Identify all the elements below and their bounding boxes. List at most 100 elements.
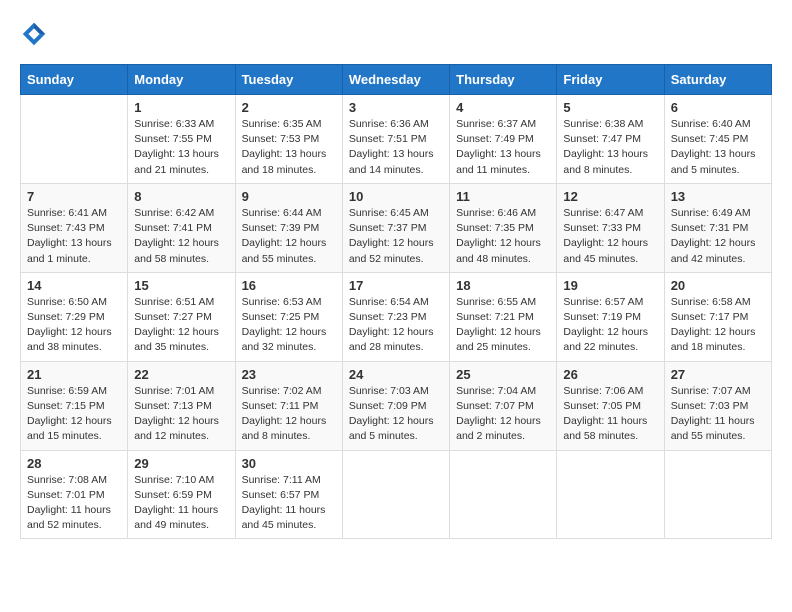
day-info: Sunrise: 6:35 AM Sunset: 7:53 PM Dayligh… [242, 117, 336, 178]
day-number: 10 [349, 189, 443, 204]
calendar-cell: 26 Sunrise: 7:06 AM Sunset: 7:05 PM Dayli… [557, 361, 664, 450]
day-header-wednesday: Wednesday [342, 65, 449, 95]
calendar-cell: 2 Sunrise: 6:35 AM Sunset: 7:53 PM Daylig… [235, 95, 342, 184]
day-header-sunday: Sunday [21, 65, 128, 95]
day-info: Sunrise: 6:41 AM Sunset: 7:43 PM Dayligh… [27, 206, 121, 267]
day-info: Sunrise: 7:07 AM Sunset: 7:03 PM Dayligh… [671, 384, 765, 445]
day-info: Sunrise: 7:06 AM Sunset: 7:05 PM Dayligh… [563, 384, 657, 445]
day-number: 15 [134, 278, 228, 293]
day-info: Sunrise: 6:44 AM Sunset: 7:39 PM Dayligh… [242, 206, 336, 267]
calendar-cell: 18 Sunrise: 6:55 AM Sunset: 7:21 PM Dayli… [450, 272, 557, 361]
calendar-cell: 11 Sunrise: 6:46 AM Sunset: 7:35 PM Dayli… [450, 183, 557, 272]
calendar-cell [557, 450, 664, 539]
calendar-cell: 28 Sunrise: 7:08 AM Sunset: 7:01 PM Dayli… [21, 450, 128, 539]
day-number: 22 [134, 367, 228, 382]
day-number: 16 [242, 278, 336, 293]
calendar-header-row: SundayMondayTuesdayWednesdayThursdayFrid… [21, 65, 772, 95]
calendar-cell: 10 Sunrise: 6:45 AM Sunset: 7:37 PM Dayli… [342, 183, 449, 272]
day-number: 19 [563, 278, 657, 293]
calendar-week-row: 21 Sunrise: 6:59 AM Sunset: 7:15 PM Dayli… [21, 361, 772, 450]
day-number: 17 [349, 278, 443, 293]
page-header [20, 20, 772, 48]
day-info: Sunrise: 6:55 AM Sunset: 7:21 PM Dayligh… [456, 295, 550, 356]
calendar-cell: 15 Sunrise: 6:51 AM Sunset: 7:27 PM Dayli… [128, 272, 235, 361]
day-info: Sunrise: 7:08 AM Sunset: 7:01 PM Dayligh… [27, 473, 121, 534]
day-info: Sunrise: 6:58 AM Sunset: 7:17 PM Dayligh… [671, 295, 765, 356]
day-number: 9 [242, 189, 336, 204]
day-info: Sunrise: 6:33 AM Sunset: 7:55 PM Dayligh… [134, 117, 228, 178]
day-info: Sunrise: 7:02 AM Sunset: 7:11 PM Dayligh… [242, 384, 336, 445]
day-number: 11 [456, 189, 550, 204]
calendar-cell: 7 Sunrise: 6:41 AM Sunset: 7:43 PM Daylig… [21, 183, 128, 272]
day-number: 24 [349, 367, 443, 382]
day-info: Sunrise: 6:45 AM Sunset: 7:37 PM Dayligh… [349, 206, 443, 267]
day-number: 29 [134, 456, 228, 471]
day-header-saturday: Saturday [664, 65, 771, 95]
day-number: 3 [349, 100, 443, 115]
day-number: 23 [242, 367, 336, 382]
day-info: Sunrise: 6:51 AM Sunset: 7:27 PM Dayligh… [134, 295, 228, 356]
calendar-cell: 20 Sunrise: 6:58 AM Sunset: 7:17 PM Dayli… [664, 272, 771, 361]
day-info: Sunrise: 6:57 AM Sunset: 7:19 PM Dayligh… [563, 295, 657, 356]
day-number: 27 [671, 367, 765, 382]
day-number: 5 [563, 100, 657, 115]
day-info: Sunrise: 6:54 AM Sunset: 7:23 PM Dayligh… [349, 295, 443, 356]
day-number: 18 [456, 278, 550, 293]
day-header-friday: Friday [557, 65, 664, 95]
calendar-week-row: 7 Sunrise: 6:41 AM Sunset: 7:43 PM Daylig… [21, 183, 772, 272]
day-number: 1 [134, 100, 228, 115]
day-number: 25 [456, 367, 550, 382]
logo [20, 20, 52, 48]
calendar-week-row: 28 Sunrise: 7:08 AM Sunset: 7:01 PM Dayli… [21, 450, 772, 539]
calendar-cell: 24Sunrise: 7:03 AM Sunset: 7:09 PM Dayli… [342, 361, 449, 450]
calendar-table: SundayMondayTuesdayWednesdayThursdayFrid… [20, 64, 772, 539]
day-info: Sunrise: 7:11 AM Sunset: 6:57 PM Dayligh… [242, 473, 336, 534]
calendar-cell [664, 450, 771, 539]
day-number: 20 [671, 278, 765, 293]
calendar-cell: 22 Sunrise: 7:01 AM Sunset: 7:13 PM Dayli… [128, 361, 235, 450]
calendar-cell: 17 Sunrise: 6:54 AM Sunset: 7:23 PM Dayli… [342, 272, 449, 361]
day-info: Sunrise: 6:37 AM Sunset: 7:49 PM Dayligh… [456, 117, 550, 178]
day-number: 4 [456, 100, 550, 115]
calendar-week-row: 1 Sunrise: 6:33 AM Sunset: 7:55 PM Daylig… [21, 95, 772, 184]
day-info: Sunrise: 6:40 AM Sunset: 7:45 PM Dayligh… [671, 117, 765, 178]
day-number: 14 [27, 278, 121, 293]
logo-icon [20, 20, 48, 48]
day-header-tuesday: Tuesday [235, 65, 342, 95]
calendar-cell: 1 Sunrise: 6:33 AM Sunset: 7:55 PM Daylig… [128, 95, 235, 184]
day-info: Sunrise: 6:46 AM Sunset: 7:35 PM Dayligh… [456, 206, 550, 267]
calendar-cell [21, 95, 128, 184]
day-number: 28 [27, 456, 121, 471]
day-info: Sunrise: 6:36 AM Sunset: 7:51 PM Dayligh… [349, 117, 443, 178]
calendar-cell: 12 Sunrise: 6:47 AM Sunset: 7:33 PM Dayli… [557, 183, 664, 272]
day-number: 2 [242, 100, 336, 115]
calendar-cell: 3 Sunrise: 6:36 AM Sunset: 7:51 PM Daylig… [342, 95, 449, 184]
day-info: Sunrise: 6:42 AM Sunset: 7:41 PM Dayligh… [134, 206, 228, 267]
calendar-cell: 25Sunrise: 7:04 AM Sunset: 7:07 PM Dayli… [450, 361, 557, 450]
day-number: 13 [671, 189, 765, 204]
day-number: 8 [134, 189, 228, 204]
day-number: 26 [563, 367, 657, 382]
day-info: Sunrise: 7:01 AM Sunset: 7:13 PM Dayligh… [134, 384, 228, 445]
calendar-cell: 29 Sunrise: 7:10 AM Sunset: 6:59 PM Dayli… [128, 450, 235, 539]
day-info: Sunrise: 7:10 AM Sunset: 6:59 PM Dayligh… [134, 473, 228, 534]
day-number: 12 [563, 189, 657, 204]
calendar-cell: 16 Sunrise: 6:53 AM Sunset: 7:25 PM Dayli… [235, 272, 342, 361]
day-number: 7 [27, 189, 121, 204]
calendar-week-row: 14 Sunrise: 6:50 AM Sunset: 7:29 PM Dayli… [21, 272, 772, 361]
calendar-cell [342, 450, 449, 539]
day-header-thursday: Thursday [450, 65, 557, 95]
day-number: 30 [242, 456, 336, 471]
calendar-cell: 19 Sunrise: 6:57 AM Sunset: 7:19 PM Dayli… [557, 272, 664, 361]
day-info: Sunrise: 6:47 AM Sunset: 7:33 PM Dayligh… [563, 206, 657, 267]
calendar-cell: 23 Sunrise: 7:02 AM Sunset: 7:11 PM Dayli… [235, 361, 342, 450]
calendar-cell: 6Sunrise: 6:40 AM Sunset: 7:45 PM Daylig… [664, 95, 771, 184]
calendar-cell: 13Sunrise: 6:49 AM Sunset: 7:31 PM Dayli… [664, 183, 771, 272]
day-info: Sunrise: 6:53 AM Sunset: 7:25 PM Dayligh… [242, 295, 336, 356]
day-info: Sunrise: 6:59 AM Sunset: 7:15 PM Dayligh… [27, 384, 121, 445]
calendar-cell: 5 Sunrise: 6:38 AM Sunset: 7:47 PM Daylig… [557, 95, 664, 184]
day-info: Sunrise: 6:38 AM Sunset: 7:47 PM Dayligh… [563, 117, 657, 178]
day-number: 21 [27, 367, 121, 382]
day-info: Sunrise: 6:50 AM Sunset: 7:29 PM Dayligh… [27, 295, 121, 356]
day-header-monday: Monday [128, 65, 235, 95]
